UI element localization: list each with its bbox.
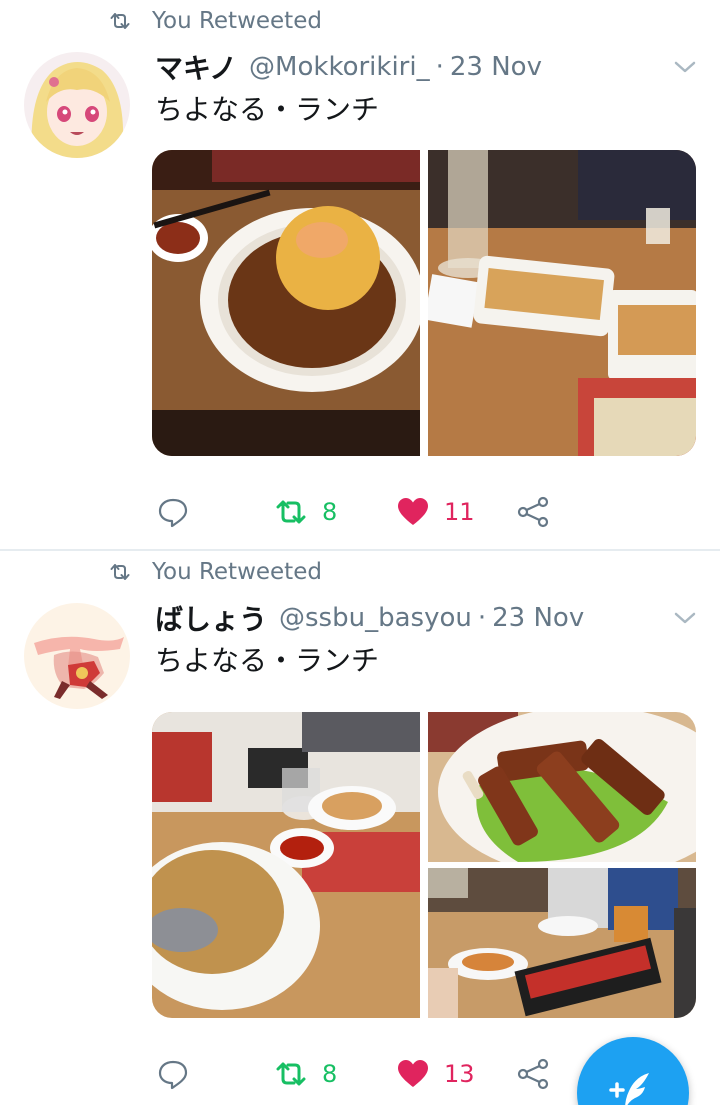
reply-icon [158, 498, 188, 528]
share-button[interactable] [516, 1054, 550, 1094]
tweet-actions: 8 11 [152, 492, 572, 532]
photo-spare-ribs[interactable] [428, 712, 696, 862]
reply-button[interactable] [156, 492, 190, 532]
retweet-count: 8 [322, 498, 338, 526]
share-icon [517, 1058, 549, 1090]
tweet[interactable]: You Retweeted ばしょう @ssbu_basyou · 23 Nov… [0, 551, 720, 1105]
retweet-icon [110, 564, 130, 580]
separator-dot: · [477, 603, 487, 633]
like-count: 11 [444, 498, 475, 526]
retweet-context: You Retweeted [108, 557, 322, 587]
tweet-header: マキノ @Mokkorikiri_ · 23 Nov [155, 48, 542, 86]
media-grid [152, 150, 696, 456]
separator-dot: · [435, 52, 444, 82]
retweet-context-label: You Retweeted [152, 8, 322, 34]
heart-icon [398, 1060, 428, 1087]
media-grid [152, 712, 696, 1018]
avatar[interactable] [24, 52, 130, 158]
reply-button[interactable] [156, 1054, 190, 1094]
author-handle[interactable]: @ssbu_basyou [279, 603, 472, 633]
tweet-text: ちよなる・ランチ [155, 644, 380, 677]
author-name[interactable]: ばしょう [155, 598, 267, 638]
share-button[interactable] [516, 492, 550, 532]
retweet-icon [110, 13, 130, 29]
photo-fried-rice[interactable] [152, 712, 420, 1018]
photo-gyoza[interactable] [428, 150, 696, 456]
compose-tweet-icon [609, 1073, 649, 1105]
author-handle[interactable]: @Mokkorikiri_ [249, 52, 430, 82]
tweet-header: ばしょう @ssbu_basyou · 23 Nov [155, 599, 584, 637]
photo-restaurant-table[interactable] [428, 868, 696, 1018]
retweet-context-label: You Retweeted [152, 559, 322, 585]
tweet-actions: 8 13 [152, 1054, 572, 1094]
retweet-button[interactable]: 8 [274, 1054, 337, 1094]
retweet-icon [276, 500, 306, 524]
chevron-down-icon[interactable] [672, 607, 698, 629]
tweet-date[interactable]: 23 Nov [450, 52, 542, 82]
avatar[interactable] [24, 603, 130, 709]
chevron-down-icon[interactable] [672, 56, 698, 78]
retweet-context: You Retweeted [108, 6, 322, 36]
retweet-count: 8 [322, 1060, 338, 1088]
author-name[interactable]: マキノ [155, 47, 237, 87]
retweet-button[interactable]: 8 [274, 492, 337, 532]
reply-icon [158, 1060, 188, 1090]
share-icon [517, 496, 549, 528]
tweet-date[interactable]: 23 Nov [492, 603, 584, 633]
retweet-icon [276, 1062, 306, 1086]
heart-icon [398, 498, 428, 525]
like-button[interactable]: 13 [396, 1054, 475, 1094]
like-count: 13 [444, 1060, 475, 1088]
tweet[interactable]: You Retweeted マキノ @Mokkorikiri_ · 23 Nov… [0, 0, 720, 549]
tweet-text: ちよなる・ランチ [155, 93, 380, 126]
like-button[interactable]: 11 [396, 492, 475, 532]
photo-tenshindon[interactable] [152, 150, 420, 456]
